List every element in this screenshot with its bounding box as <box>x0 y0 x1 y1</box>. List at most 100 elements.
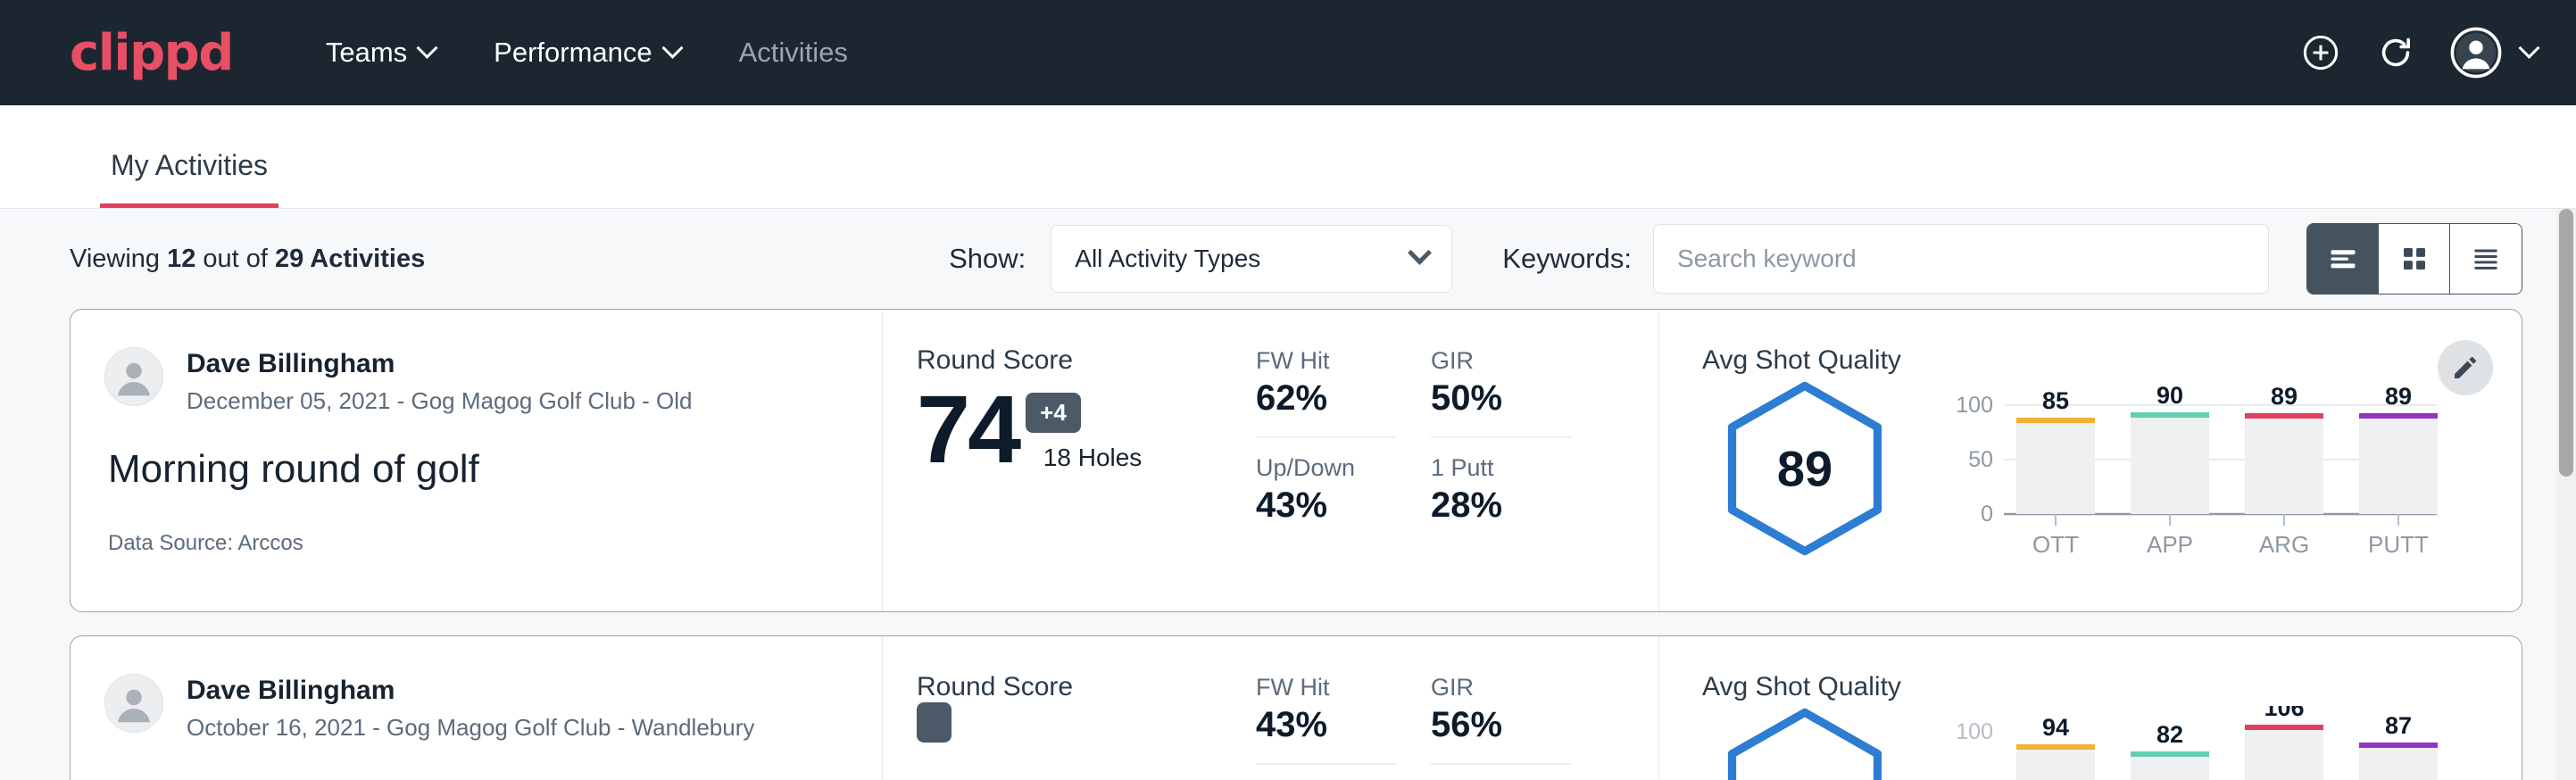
search-input[interactable] <box>1653 224 2269 294</box>
bar-ott <box>2016 748 2095 780</box>
bar-arg <box>2245 728 2323 780</box>
activity-card[interactable]: Dave Billingham October 16, 2021 - Gog M… <box>70 635 2522 780</box>
stat-fw-hit-value: 43% <box>1256 705 1397 765</box>
compact-view-icon[interactable] <box>2450 224 2522 294</box>
chevron-down-icon <box>2518 37 2539 58</box>
bar-label-arg: 106 <box>2264 706 2304 721</box>
stats-column: FW Hit 62% GIR 50% Up/Down 43% 1 Putt 28… <box>1240 310 1659 611</box>
stats-grid: FW Hit 43% GIR 56% <box>1256 674 1658 780</box>
over-par-badge: +4 <box>1026 393 1081 433</box>
bar-label-putt: 87 <box>2385 712 2412 739</box>
plus-circle-icon[interactable] <box>2300 32 2341 73</box>
stat-one-putt-value: 28% <box>1431 485 1572 526</box>
page-scrollbar[interactable] <box>2556 209 2576 780</box>
xtick-putt: PUTT <box>2368 531 2429 558</box>
activity-card-list: Dave Billingham December 05, 2021 - Gog … <box>0 309 2576 780</box>
xtick-ott: OTT <box>2032 531 2079 558</box>
pencil-icon <box>2451 353 2480 382</box>
bar-group-ott: 94 <box>2016 714 2095 780</box>
shot-quality-column: Avg Shot Quality 100 94 <box>1659 636 2522 780</box>
activity-info-column: Dave Billingham December 05, 2021 - Gog … <box>71 310 883 611</box>
view-mode-toggle-group <box>2306 223 2522 295</box>
stat-one-putt-label: 1 Putt <box>1431 454 1572 482</box>
bar-group-arg: 106 <box>2245 706 2323 780</box>
bar-putt <box>2359 417 2438 514</box>
chart-y-axis: 100 50 0 <box>1956 393 1993 527</box>
tab-my-activities[interactable]: My Activities <box>100 149 278 208</box>
account-avatar-icon <box>2450 27 2502 79</box>
round-score-value: 74 <box>917 381 1018 477</box>
bar-group-putt: 87 <box>2359 712 2438 780</box>
grid-view-icon[interactable] <box>2379 224 2450 294</box>
round-score-column: Round Score 74 +4 18 Holes <box>883 310 1240 611</box>
chevron-down-icon <box>661 37 683 58</box>
bar-cap-arg <box>2245 413 2323 419</box>
bar-cap-putt <box>2359 413 2438 419</box>
bar-label-ott: 94 <box>2042 714 2069 741</box>
shot-quality-bar-chart: 100 50 0 85 OTT <box>1950 379 2450 571</box>
stat-gir-value: 56% <box>1431 705 1572 765</box>
stat-up-down-value: 43% <box>1256 485 1397 526</box>
activity-type-select-value: All Activity Types <box>1075 245 1260 273</box>
activity-author: Dave Billingham October 16, 2021 - Gog M… <box>104 674 882 742</box>
stats-grid: FW Hit 62% GIR 50% Up/Down 43% 1 Putt 28… <box>1256 347 1658 526</box>
stat-up-down-label: Up/Down <box>1256 454 1397 482</box>
avatar <box>104 347 163 406</box>
stat-gir-value: 50% <box>1431 378 1572 438</box>
nav-item-performance[interactable]: Performance <box>490 28 683 78</box>
bar-chart-svg: 100 50 0 85 OTT <box>1950 379 2450 567</box>
edit-activity-button[interactable] <box>2438 340 2493 395</box>
shot-quality-value: 89 <box>1777 440 1832 498</box>
stat-fw-hit-label: FW Hit <box>1256 674 1397 701</box>
stat-gir-label: GIR <box>1431 674 1572 701</box>
tabbar: My Activities <box>0 105 2576 209</box>
bar-group-ott: 85 OTT <box>2016 387 2095 558</box>
nav-item-activities-label: Activities <box>739 37 848 69</box>
avg-shot-quality-label: Avg Shot Quality <box>1702 345 2522 376</box>
account-menu[interactable] <box>2450 27 2537 79</box>
bar-label-ott: 85 <box>2042 387 2069 414</box>
bar-label-app: 82 <box>2156 721 2183 748</box>
bar-cap-ott <box>2016 418 2095 423</box>
stat-fw-hit-value: 62% <box>1256 378 1397 438</box>
stat-up-down: Up/Down 43% <box>1256 454 1397 526</box>
bar-group-app: 82 <box>2131 721 2209 780</box>
bar-group-putt: 89 PUTT <box>2359 383 2438 558</box>
scrollbar-thumb[interactable] <box>2559 209 2573 477</box>
chevron-down-icon <box>1408 240 1432 264</box>
activity-card[interactable]: Dave Billingham December 05, 2021 - Gog … <box>70 309 2522 612</box>
stat-one-putt: 1 Putt 28% <box>1431 454 1572 526</box>
stat-gir-label: GIR <box>1431 347 1572 375</box>
ytick-50: 50 <box>1968 447 1993 472</box>
show-label: Show: <box>949 243 1026 275</box>
bar-group-app: 90 APP <box>2131 382 2209 558</box>
round-score-row <box>917 708 1240 748</box>
round-score-row: 74 +4 18 Holes <box>917 381 1240 477</box>
activity-type-select[interactable]: All Activity Types <box>1051 225 1452 293</box>
bar-ott <box>2016 421 2095 514</box>
viewing-mid: out of <box>195 245 275 273</box>
refresh-icon[interactable] <box>2375 32 2416 73</box>
stat-fw-hit-label: FW Hit <box>1256 347 1397 375</box>
nav-item-teams[interactable]: Teams <box>322 28 438 78</box>
bar-cap-ott <box>2016 744 2095 750</box>
ytick-0: 0 <box>1981 502 1993 527</box>
round-score-column: Round Score <box>883 636 1240 780</box>
nav-actions <box>2300 27 2537 79</box>
nav-item-activities[interactable]: Activities <box>735 28 852 78</box>
bar-arg <box>2245 417 2323 514</box>
bar-chart-svg: 100 94 82 <box>1950 706 2450 780</box>
stats-column: FW Hit 43% GIR 56% <box>1240 636 1659 780</box>
list-view-icon[interactable] <box>2307 224 2379 294</box>
bar-group-arg: 89 ARG <box>2245 383 2323 558</box>
filter-controls: Show: All Activity Types Keywords: <box>949 223 2522 295</box>
holes-label: 18 Holes <box>1043 444 1143 472</box>
keywords-label: Keywords: <box>1502 243 1632 275</box>
shot-quality-hexagon <box>1702 706 1907 780</box>
bar-cap-arg <box>2245 725 2323 730</box>
shot-quality-body: 100 94 82 <box>1702 706 2522 780</box>
chevron-down-icon <box>417 37 438 58</box>
shot-quality-body: 89 100 50 0 <box>1702 379 2522 571</box>
clippd-logo[interactable]: clippd <box>70 24 233 82</box>
activity-info-column: Dave Billingham October 16, 2021 - Gog M… <box>71 636 883 780</box>
